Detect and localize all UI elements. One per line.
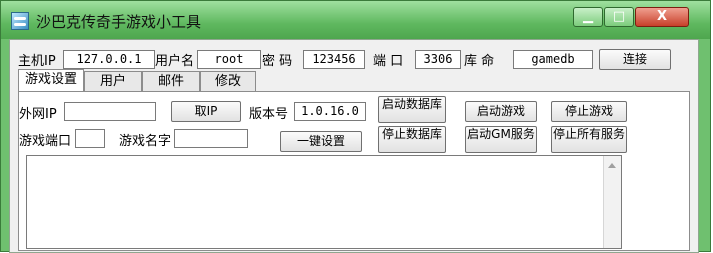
game-settings-panel: 外网IP 取IP 版本号 1.0.16.0 启动数据库 启动游戏 停止游戏 游戏… xyxy=(18,91,690,251)
tab-users[interactable]: 用户 xyxy=(84,71,142,91)
username-input[interactable]: root xyxy=(197,50,261,69)
maximize-button[interactable]: □ xyxy=(604,7,634,27)
game-name-label: 游戏名字 xyxy=(119,134,172,149)
scroll-up-arrow-icon[interactable] xyxy=(608,163,616,168)
port-input[interactable]: 3306 xyxy=(415,50,461,69)
vertical-scrollbar[interactable] xyxy=(603,156,621,248)
window-title: 沙巴克传奇手游戏小工具 xyxy=(36,13,202,31)
get-ip-button[interactable]: 取IP xyxy=(171,101,241,122)
tab-modify[interactable]: 修改 xyxy=(200,71,256,91)
one-click-setup-button[interactable]: 一键设置 xyxy=(280,131,362,152)
app-icon xyxy=(11,12,29,30)
game-name-input[interactable] xyxy=(174,129,248,148)
version-input[interactable]: 1.0.16.0 xyxy=(294,102,366,121)
tab-mail[interactable]: 邮件 xyxy=(142,71,200,91)
version-label: 版本号 xyxy=(249,107,289,122)
tab-game-settings[interactable]: 游戏设置 xyxy=(18,69,84,91)
stop-database-button[interactable]: 停止数据库 xyxy=(378,126,446,153)
start-gm-service-button[interactable]: 启动GM服务 xyxy=(465,126,537,153)
game-port-input[interactable] xyxy=(75,129,105,148)
start-game-button[interactable]: 启动游戏 xyxy=(465,101,537,122)
stop-all-services-button[interactable]: 停止所有服务 xyxy=(551,126,627,153)
password-label: 密 码 xyxy=(262,54,293,69)
app-window: 沙巴克传奇手游戏小工具 ▁ □ X 主机IP 127.0.0.1 用户名 roo… xyxy=(0,0,711,253)
client-area: 主机IP 127.0.0.1 用户名 root 密 码 123456 端 口 3… xyxy=(9,39,699,253)
host-input[interactable]: 127.0.0.1 xyxy=(63,50,155,69)
title-bar[interactable]: 沙巴克传奇手游戏小工具 ▁ □ X xyxy=(1,1,710,39)
database-name-input[interactable]: gamedb xyxy=(513,50,593,69)
external-ip-input[interactable] xyxy=(64,102,156,121)
log-textarea[interactable] xyxy=(26,155,622,249)
port-label: 端 口 xyxy=(373,54,404,69)
game-port-label: 游戏端口 xyxy=(19,134,72,149)
close-button[interactable]: X xyxy=(635,7,689,27)
password-input[interactable]: 123456 xyxy=(303,50,365,69)
minimize-button[interactable]: ▁ xyxy=(573,7,603,27)
host-label: 主机IP xyxy=(18,54,56,69)
start-database-button[interactable]: 启动数据库 xyxy=(378,96,446,123)
username-label: 用户名 xyxy=(155,54,195,69)
database-name-label: 库 命 xyxy=(464,54,495,69)
stop-game-button[interactable]: 停止游戏 xyxy=(551,101,627,122)
connect-button[interactable]: 连接 xyxy=(599,49,671,70)
external-ip-label: 外网IP xyxy=(19,107,57,122)
